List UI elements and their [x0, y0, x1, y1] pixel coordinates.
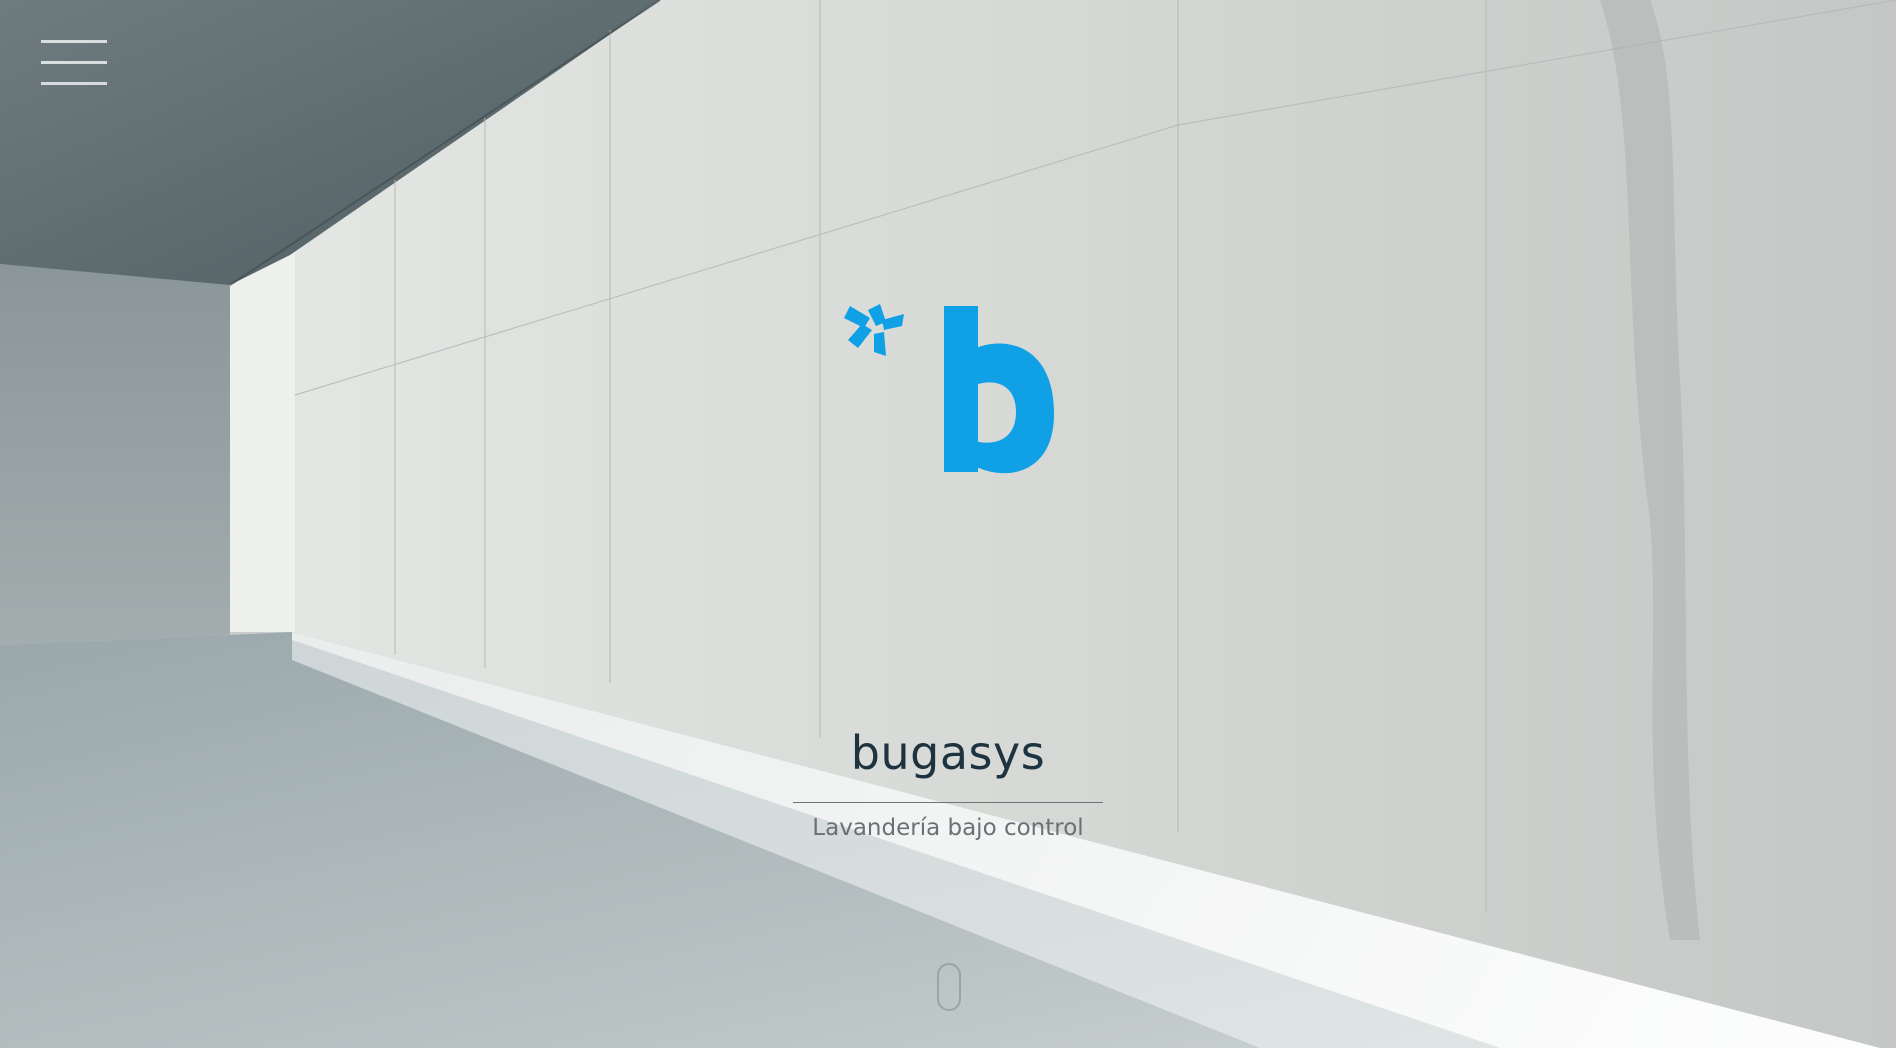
letter-b-mark	[944, 306, 1054, 474]
scroll-down-mouse-icon[interactable]	[937, 963, 961, 1011]
menu-button[interactable]	[41, 40, 107, 88]
pinwheel-icon	[844, 304, 904, 356]
background-image	[0, 0, 1896, 1048]
brand-divider	[793, 802, 1103, 803]
hamburger-line	[41, 61, 107, 64]
brand-name: bugasys	[850, 726, 1046, 780]
hamburger-line	[41, 82, 107, 85]
bugasys-b-logo-icon	[844, 304, 1054, 474]
hamburger-menu-icon	[41, 40, 107, 43]
hero-section: bugasys Lavandería bajo control	[0, 0, 1896, 1048]
tagline: Lavandería bajo control	[812, 815, 1084, 841]
